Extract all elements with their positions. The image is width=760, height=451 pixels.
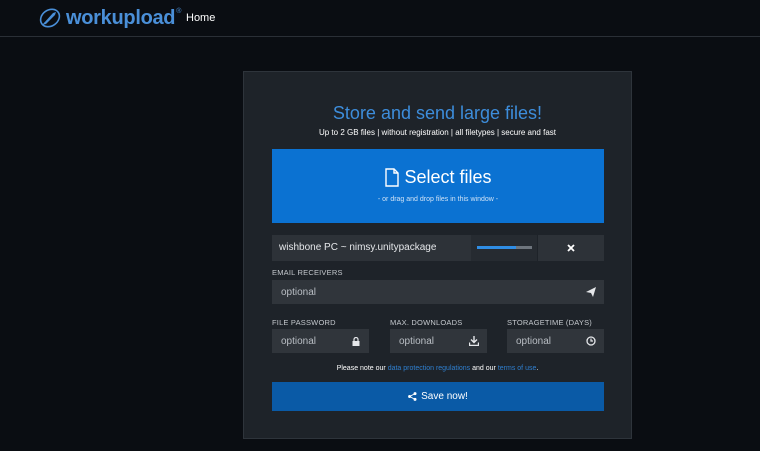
lock-icon — [351, 336, 361, 346]
email-receivers-label: EMAIL RECEIVERS — [272, 268, 343, 277]
max-downloads-label: MAX. DOWNLOADS — [390, 318, 463, 327]
brand-name: workupload — [66, 6, 176, 29]
upload-progress — [471, 235, 537, 261]
save-now-label: Save now! — [421, 391, 468, 402]
remove-file-button[interactable] — [538, 235, 604, 261]
max-downloads-field[interactable] — [390, 329, 487, 353]
data-protection-link[interactable]: data protection regulations — [388, 365, 471, 372]
close-icon — [567, 244, 575, 252]
terms-note: Please note our data protection regulati… — [244, 365, 631, 372]
select-files-label: Select files — [404, 167, 492, 187]
save-now-button[interactable]: Save now! — [272, 382, 604, 411]
clock-icon — [586, 336, 596, 346]
terms-note-suffix: . — [536, 365, 539, 372]
file-list-item: wishbone PC ~ nimsy.unitypackage — [272, 235, 604, 261]
select-files-hint: - or drag and drop files in this window … — [377, 196, 499, 203]
progress-track — [477, 246, 532, 249]
file-password-label: FILE PASSWORD — [272, 318, 336, 327]
top-navbar: workupload ® Home — [0, 0, 760, 37]
share-icon — [408, 392, 417, 401]
upload-card: Store and send large files! Up to 2 GB f… — [243, 71, 632, 439]
email-receivers-input[interactable] — [272, 280, 604, 304]
progress-fill — [477, 246, 516, 249]
terms-note-middle: and our — [472, 365, 496, 372]
file-icon — [385, 168, 400, 187]
file-password-field[interactable] — [272, 329, 369, 353]
rocket-logo-icon — [39, 8, 61, 28]
file-name: wishbone PC ~ nimsy.unitypackage — [272, 235, 471, 261]
brand-registered-mark: ® — [176, 7, 182, 15]
page-title: Store and send large files! — [332, 103, 543, 123]
storagetime-label: STORAGETIME (DAYS) — [507, 318, 592, 327]
terms-note-prefix: Please note our — [336, 365, 386, 372]
email-receivers-field[interactable] — [272, 280, 604, 304]
download-icon — [469, 336, 479, 346]
select-files-dropzone[interactable]: Select files - or drag and drop files in… — [272, 149, 604, 223]
storagetime-field[interactable] — [507, 329, 604, 353]
select-files-title: Select files — [272, 167, 604, 188]
terms-of-use-link[interactable]: terms of use — [498, 365, 537, 372]
send-icon[interactable] — [586, 287, 596, 297]
nav-home-link[interactable]: Home — [186, 12, 215, 24]
brand-logo[interactable]: workupload ® — [38, 6, 181, 30]
page-subtitle: Up to 2 GB files | without registration … — [318, 128, 556, 137]
